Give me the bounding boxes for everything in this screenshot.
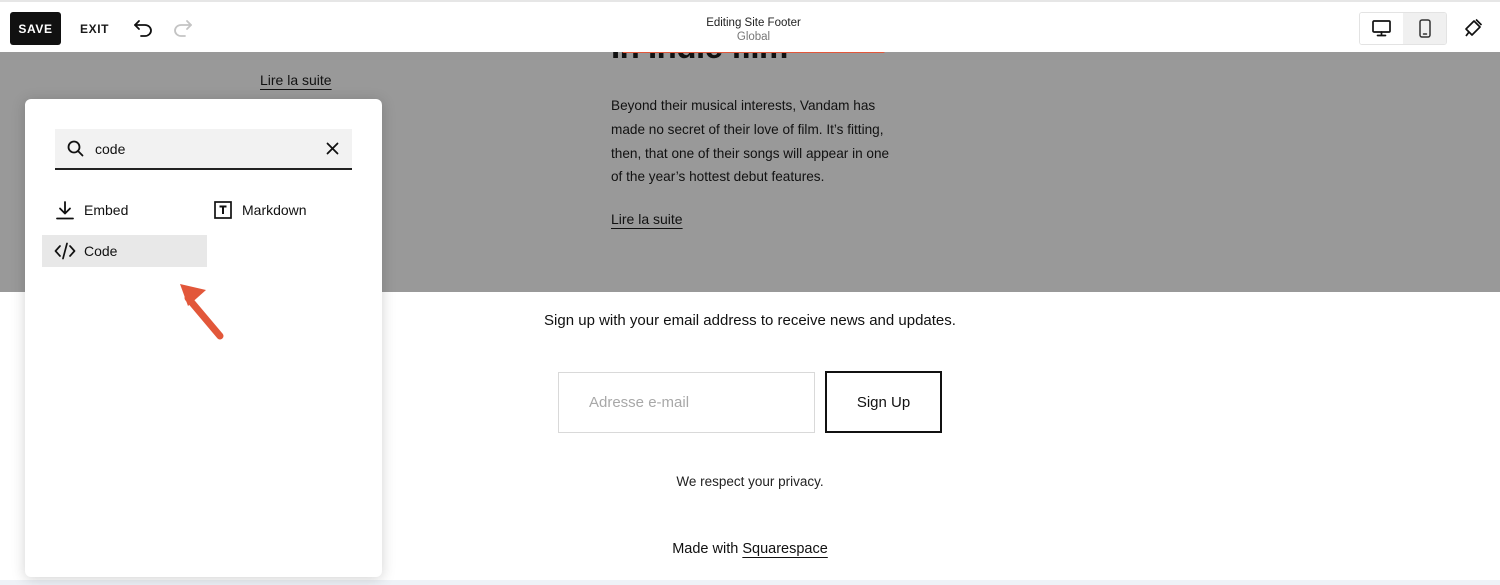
device-view-toggle	[1359, 12, 1447, 45]
block-option-label: Embed	[84, 202, 129, 218]
exit-button[interactable]: EXIT	[72, 12, 117, 45]
read-more-link-right[interactable]: Lire la suite	[611, 211, 683, 227]
undo-icon[interactable]	[128, 13, 158, 43]
made-with-prefix: Made with	[672, 541, 739, 557]
save-button[interactable]: SAVE	[10, 12, 61, 45]
code-icon	[54, 240, 76, 262]
editor-toolbar: SAVE EXIT Editing Site Footer Global	[0, 0, 1500, 52]
read-more-link-left[interactable]: Lire la suite	[260, 72, 332, 88]
block-search-bar	[55, 129, 352, 170]
block-option-markdown[interactable]: Markdown	[212, 195, 307, 225]
sign-up-button[interactable]: Sign Up	[825, 371, 942, 433]
squarespace-link[interactable]: Squarespace	[742, 541, 827, 557]
desktop-view-icon[interactable]	[1360, 13, 1403, 44]
editing-scope: Global	[736, 31, 771, 43]
bottom-edge	[0, 580, 1500, 585]
annotation-arrow-icon	[180, 284, 224, 340]
download-icon	[54, 199, 76, 221]
search-icon	[55, 140, 95, 157]
editing-site-footer-label: Editing Site Footer Global	[625, 6, 882, 54]
article-heading: In Indie film	[611, 52, 788, 66]
block-option-code[interactable]: Code	[42, 235, 207, 267]
block-option-label: Code	[84, 243, 118, 259]
block-option-label: Markdown	[242, 202, 307, 218]
clear-search-icon[interactable]	[312, 142, 352, 155]
block-search-input[interactable]	[95, 140, 312, 157]
site-styles-brush-icon[interactable]	[1458, 13, 1488, 43]
article-excerpt: Beyond their musical interests, Vandam h…	[611, 98, 890, 185]
block-option-embed[interactable]: Embed	[54, 195, 128, 225]
email-field[interactable]	[558, 372, 815, 433]
markdown-icon	[212, 199, 234, 221]
mobile-view-icon[interactable]	[1403, 13, 1446, 44]
redo-icon[interactable]	[168, 13, 198, 43]
editing-title: Editing Site Footer	[706, 17, 801, 29]
